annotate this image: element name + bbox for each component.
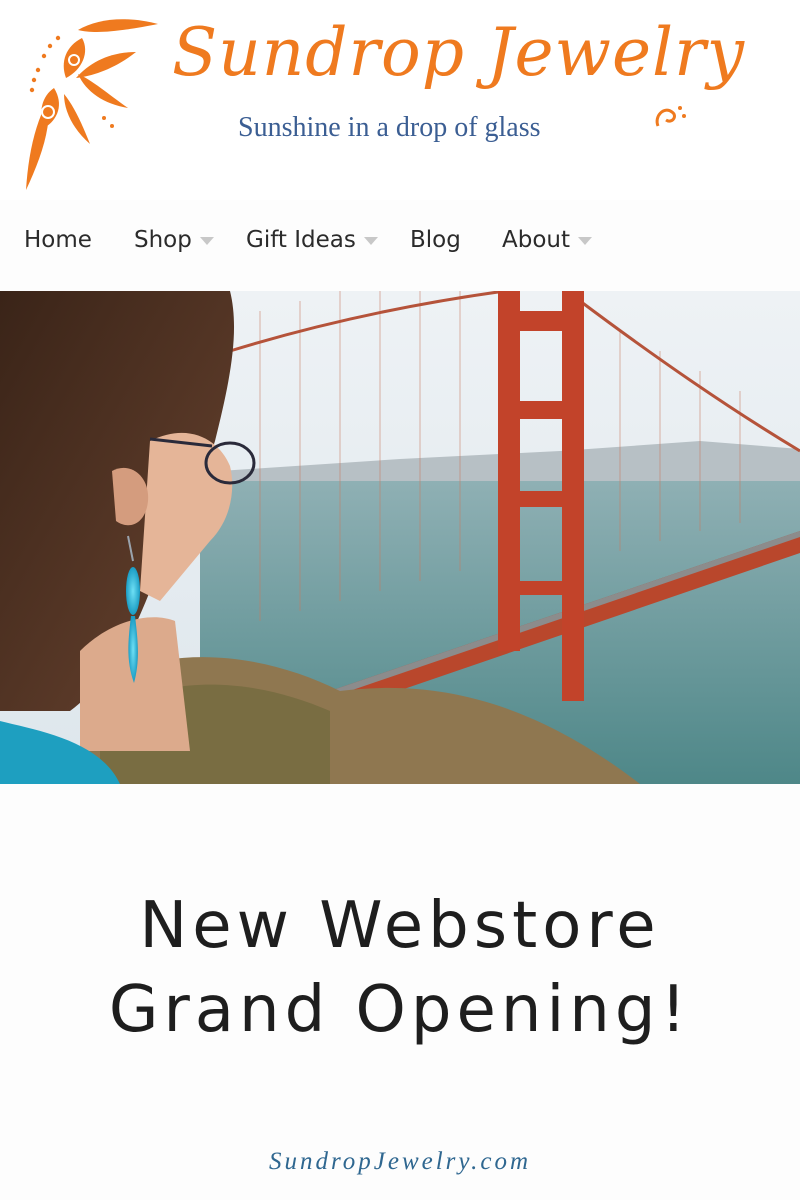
hero-photo xyxy=(0,291,800,784)
main-nav: Home Shop Gift Ideas Blog About xyxy=(0,216,800,264)
swirl-icon xyxy=(655,106,686,127)
brand-name: Sundrop Jewelry xyxy=(172,14,746,91)
sun-drop-icon xyxy=(26,19,158,190)
chevron-down-icon xyxy=(578,237,593,245)
nav-item-label: Home xyxy=(24,227,92,253)
promo-headline: New Webstore Grand Opening! xyxy=(0,884,800,1052)
site-url-link[interactable]: SundropJewelry.com xyxy=(0,1148,800,1176)
chevron-down-icon xyxy=(199,237,214,245)
nav-item-label: Gift Ideas xyxy=(246,227,356,253)
promo-line-2: Grand Opening! xyxy=(108,973,692,1047)
nav-item-shop[interactable]: Shop xyxy=(134,216,214,264)
chevron-down-icon xyxy=(363,237,378,245)
nav-item-label: Shop xyxy=(134,227,192,253)
hero-image xyxy=(0,291,800,784)
nav-item-label: About xyxy=(502,227,571,253)
nav-item-label: Blog xyxy=(410,227,461,253)
promo-line-1: New Webstore xyxy=(139,889,661,963)
site-header: Sundrop Jewelry Sunshine in a drop of gl… xyxy=(0,0,800,200)
brand-tagline: Sunshine in a drop of glass xyxy=(238,112,541,143)
nav-item-home[interactable]: Home xyxy=(24,216,92,264)
nav-item-blog[interactable]: Blog xyxy=(410,216,461,264)
nav-item-about[interactable]: About xyxy=(502,216,593,264)
nav-item-gift-ideas[interactable]: Gift Ideas xyxy=(246,216,378,264)
